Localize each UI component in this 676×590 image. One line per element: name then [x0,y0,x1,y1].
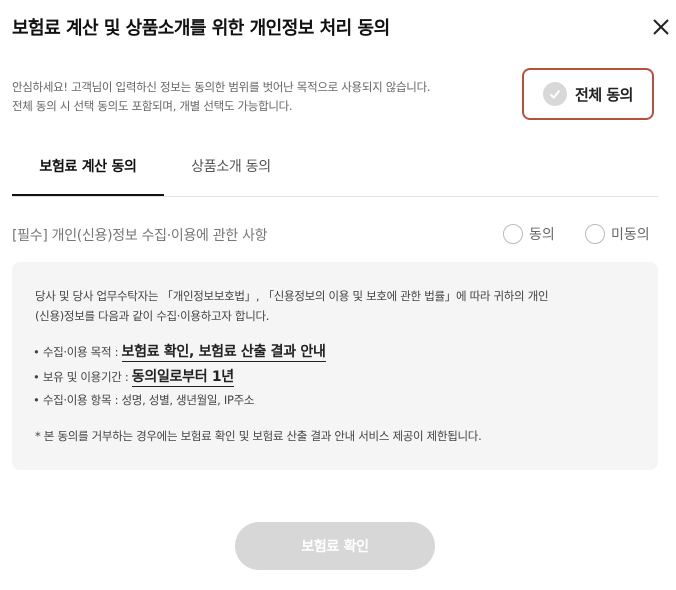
section-title: [필수] 개인(신용)정보 수집·이용에 관한 사항 [12,228,268,244]
notice-line-2: 전체 동의 시 선택 동의도 포함되며, 개별 선택도 가능합니다. [12,99,293,113]
modal-title: 보험료 계산 및 상품소개를 위한 개인정보 처리 동의 [12,18,390,39]
consent-details-panel: 당사 및 당사 업무수탁자는 「개인정보보호법」, 「신용정보의 이용 및 보호… [12,262,658,470]
consent-tabs: 보험료 계산 동의 상품소개 동의 [12,140,658,197]
close-icon [653,19,669,35]
disagree-radio-option[interactable]: 미동의 [585,224,650,244]
premium-confirm-button[interactable]: 보험료 확인 [235,522,435,570]
panel-intro-line-1: 당사 및 당사 업무수탁자는 「개인정보보호법」, 「신용정보의 이용 및 보호… [35,289,549,303]
retention-item: • 보유 및 이용기간 : 동의일로부터 1년 [33,366,234,387]
retention-value: 동의일로부터 1년 [131,369,234,387]
agree-radio-option[interactable]: 동의 [503,224,555,244]
tab-product-intro-consent[interactable]: 상품소개 동의 [164,140,298,196]
purpose-label: • 수집·이용 목적 : [33,345,122,359]
privacy-notice: 안심하세요! 고객님이 입력하신 정보는 동의한 범위를 벗어난 목적으로 사용… [12,78,512,116]
agree-radio[interactable] [503,224,523,244]
agree-all-button[interactable]: 전체 동의 [522,68,654,120]
agree-radio-label: 동의 [529,227,555,243]
panel-intro-line-2: (신용)정보를 다음과 같이 수집·이용하고자 합니다. [35,309,270,323]
purpose-item: • 수집·이용 목적 : 보험료 확인, 보험료 산출 결과 안내 [33,341,326,362]
collected-items-label: • 수집·이용 항목 : [33,393,122,407]
check-circle-icon [543,82,568,106]
agree-all-label: 전체 동의 [575,85,633,104]
collected-items: • 수집·이용 항목 : 성명, 성별, 생년월일, IP주소 [33,392,254,408]
refusal-footnote: * 본 동의를 거부하는 경우에는 보험료 확인 및 보험료 산출 결과 안내 … [35,429,482,443]
purpose-value: 보험료 확인, 보험료 산출 결과 안내 [121,344,326,362]
notice-line-1: 안심하세요! 고객님이 입력하신 정보는 동의한 범위를 벗어난 목적으로 사용… [12,80,431,94]
disagree-radio[interactable] [585,224,605,244]
tab-premium-calculation-consent[interactable]: 보험료 계산 동의 [12,140,164,196]
required-consent-row: [필수] 개인(신용)정보 수집·이용에 관한 사항 동의 미동의 [12,222,658,248]
disagree-radio-label: 미동의 [611,227,650,243]
retention-label: • 보유 및 이용기간 : [33,370,132,384]
collected-items-value: 성명, 성별, 생년월일, IP주소 [121,393,255,407]
close-button[interactable] [650,16,672,38]
